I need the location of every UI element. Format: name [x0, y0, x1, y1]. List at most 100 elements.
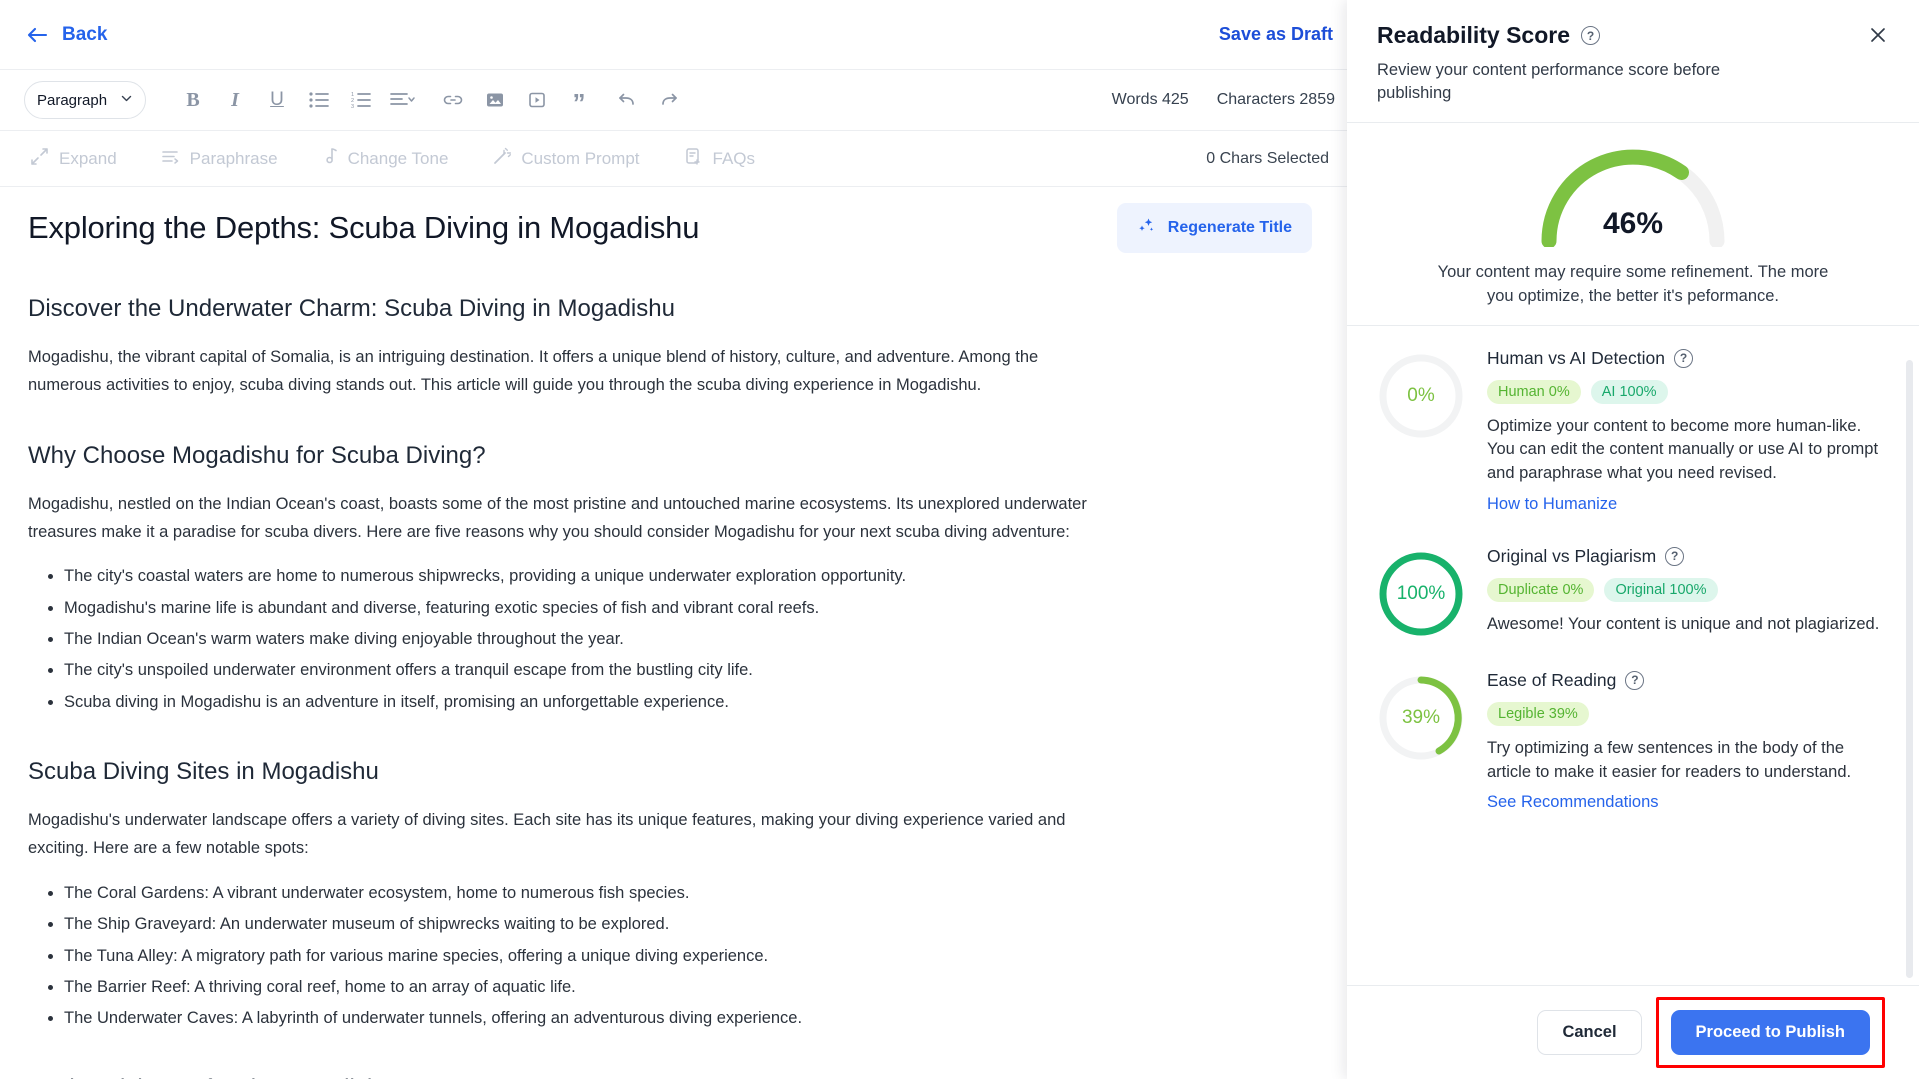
section-heading-3: Scuba Diving Sites in Mogadishu — [28, 758, 379, 786]
expand-label: Expand — [59, 148, 117, 168]
how-to-humanize-link[interactable]: How to Humanize — [1487, 495, 1617, 514]
list-item: The city's coastal waters are home to nu… — [64, 562, 1088, 590]
plagiarism-title: Original vs Plagiarism — [1487, 545, 1657, 566]
link-icon[interactable] — [434, 81, 472, 119]
status-badge: Legible 39% — [1487, 701, 1589, 726]
list-item: The Tuna Alley: A migratory path for var… — [64, 942, 1088, 970]
custom-prompt-icon — [492, 147, 512, 171]
faqs-icon — [684, 147, 703, 171]
save-as-draft-button[interactable]: Save as Draft — [1219, 24, 1333, 45]
sparkle-icon — [1137, 216, 1156, 240]
plagiarism-title-row: Original vs Plagiarism ? — [1487, 546, 1889, 567]
app-root: Back Save as Draft Paragraph B I U 123 ”… — [0, 0, 1919, 1079]
see-recommendations-link[interactable]: See Recommendations — [1487, 793, 1659, 812]
list-item: The Barrier Reef: A thriving coral reef,… — [64, 973, 1088, 1001]
back-button[interactable]: Back — [26, 24, 107, 46]
ease-reading-title-row: Ease of Reading ? — [1487, 670, 1889, 691]
underline-icon[interactable]: U — [258, 81, 296, 119]
regenerate-title-label: Regenerate Title — [1167, 219, 1292, 236]
panel-title: Readability Score — [1377, 22, 1571, 48]
human-ai-ring: 0% — [1377, 352, 1465, 440]
title-row: Exploring the Depths: Scuba Diving in Mo… — [28, 203, 1312, 253]
help-circle-icon[interactable]: ? — [1625, 670, 1645, 690]
list-item: The Ship Graveyard: An underwater museum… — [64, 910, 1088, 938]
block-style-select[interactable]: Paragraph — [24, 81, 146, 119]
gauge-message: Your content may require some refinement… — [1437, 262, 1829, 305]
blockquote-icon[interactable]: ” — [560, 81, 598, 119]
metric-human-vs-ai: 0% Human vs AI Detection ? Human 0% AI 1… — [1377, 346, 1889, 514]
help-circle-icon[interactable]: ? — [1665, 546, 1685, 566]
list-item: The city's unspoiled underwater environm… — [64, 656, 1088, 684]
cancel-button[interactable]: Cancel — [1537, 1010, 1642, 1055]
ease-reading-title: Ease of Reading — [1487, 669, 1617, 690]
close-icon[interactable] — [1863, 20, 1893, 50]
back-label: Back — [62, 23, 108, 45]
human-ai-ring-value: 0% — [1407, 384, 1435, 406]
status-badge: Original 100% — [1604, 577, 1718, 602]
help-circle-icon[interactable]: ? — [1674, 348, 1693, 368]
italic-icon[interactable]: I — [216, 81, 254, 119]
section-heading-4: Scuba Diving Safety in Mogadishu — [28, 1073, 1312, 1079]
ease-reading-description: Try optimizing a few sentences in the bo… — [1487, 738, 1852, 781]
regenerate-title-button[interactable]: Regenerate Title — [1116, 203, 1312, 253]
expand-tool[interactable]: Expand — [30, 147, 117, 171]
change-tone-tool[interactable]: Change Tone — [322, 147, 449, 171]
human-ai-title: Human vs AI Detection — [1487, 347, 1665, 368]
section-heading-1: Discover the Underwater Charm: Scuba Div… — [28, 295, 675, 322]
paraphrase-icon — [161, 147, 180, 171]
list-item: The Coral Gardens: A vibrant underwater … — [64, 879, 1088, 907]
human-ai-description: Optimize your content to become more hum… — [1487, 416, 1879, 483]
faqs-tool[interactable]: FAQs — [684, 147, 756, 171]
ease-reading-ring-value: 39% — [1401, 706, 1441, 728]
numbered-list-icon[interactable]: 123 — [342, 81, 380, 119]
section-paragraph-3: Mogadishu's underwater landscape offers … — [28, 811, 1066, 858]
faqs-label: FAQs — [712, 148, 756, 168]
metrics-list: 0% Human vs AI Detection ? Human 0% AI 1… — [1347, 324, 1919, 985]
proceed-to-publish-button[interactable]: Proceed to Publish — [1670, 1010, 1870, 1055]
plagiarism-ring-value: 100% — [1396, 582, 1446, 604]
redo-icon[interactable] — [650, 81, 688, 119]
expand-icon — [30, 147, 49, 171]
change-tone-label: Change Tone — [347, 148, 449, 168]
human-ai-badges: Human 0% AI 100% — [1487, 379, 1889, 404]
ease-reading-ring: 39% — [1377, 674, 1465, 762]
paraphrase-label: Paraphrase — [189, 148, 278, 168]
ease-reading-body: Ease of Reading ? Legible 39% Try optimi… — [1487, 668, 1889, 813]
section-list-3: The Coral Gardens: A vibrant underwater … — [28, 879, 1088, 1033]
paraphrase-tool[interactable]: Paraphrase — [161, 147, 278, 171]
metric-ease-of-reading: 39% Ease of Reading ? Legible 39% Try op… — [1377, 668, 1889, 813]
image-icon[interactable] — [476, 81, 514, 119]
custom-prompt-tool[interactable]: Custom Prompt — [492, 147, 640, 171]
help-circle-icon[interactable]: ? — [1581, 26, 1601, 45]
gauge-value: 46% — [1602, 206, 1664, 240]
block-style-value: Paragraph — [37, 91, 108, 109]
custom-prompt-label: Custom Prompt — [521, 148, 640, 168]
list-item: The Indian Ocean's warm waters make divi… — [64, 625, 1088, 653]
article-editor[interactable]: Exploring the Depths: Scuba Diving in Mo… — [0, 187, 1340, 1079]
bullet-list-icon[interactable] — [300, 81, 338, 119]
plagiarism-badges: Duplicate 0% Original 100% — [1487, 577, 1889, 602]
list-item: Mogadishu's marine life is abundant and … — [64, 594, 1088, 622]
undo-icon[interactable] — [608, 81, 646, 119]
svg-text:3: 3 — [351, 104, 354, 109]
section-list-2: The city's coastal waters are home to nu… — [28, 562, 1088, 716]
panel-footer: Cancel Proceed to Publish — [1347, 985, 1919, 1079]
human-ai-body: Human vs AI Detection ? Human 0% AI 100%… — [1487, 346, 1889, 514]
list-item: The Underwater Caves: A labyrinth of und… — [64, 1004, 1088, 1032]
chevron-down-icon — [120, 92, 133, 109]
video-icon[interactable] — [518, 81, 556, 119]
ease-reading-badges: Legible 39% — [1487, 701, 1889, 726]
section-heading-2: Why Choose Mogadishu for Scuba Diving? — [28, 441, 486, 469]
metric-original-vs-plagiarism: 100% Original vs Plagiarism ? Duplicate … — [1377, 544, 1889, 638]
readability-score-panel: Readability Score ? Review your content … — [1347, 0, 1919, 1079]
page-title[interactable]: Exploring the Depths: Scuba Diving in Mo… — [28, 209, 1097, 248]
status-badge: Duplicate 0% — [1487, 577, 1595, 602]
panel-title-row: Readability Score ? — [1377, 22, 1889, 49]
panel-scrollbar[interactable] — [1906, 359, 1913, 978]
section-paragraph-1: Mogadishu, the vibrant capital of Somali… — [28, 348, 1039, 394]
status-badge: AI 100% — [1590, 379, 1668, 404]
align-icon[interactable] — [384, 81, 422, 119]
publish-highlight-box: Proceed to Publish — [1655, 997, 1885, 1068]
bold-icon[interactable]: B — [174, 81, 212, 119]
gauge-arc: 46% — [1533, 143, 1733, 249]
